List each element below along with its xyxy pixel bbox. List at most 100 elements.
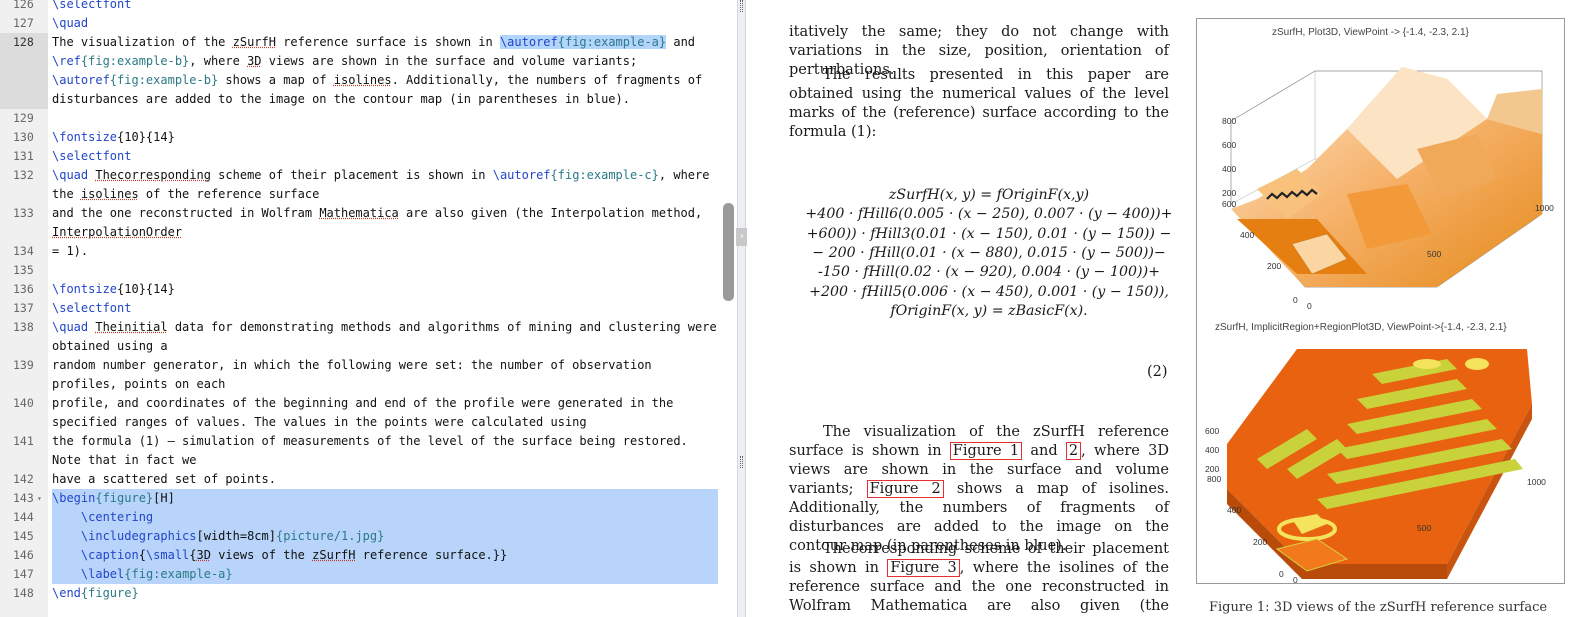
- code-line[interactable]: 134 = 1).: [0, 242, 737, 261]
- code-line[interactable]: 140 profile, and coordinates of the begin…: [0, 394, 737, 413]
- pane-divider[interactable]: [737, 0, 746, 617]
- code-line[interactable]: specified ranges of values. The values i…: [0, 413, 737, 432]
- figure-2-link-b[interactable]: Figure 2: [866, 480, 944, 498]
- code-line[interactable]: \ref{fig:example-b}, where 3D views are …: [0, 52, 737, 71]
- y-tick: 800: [1207, 474, 1222, 484]
- code-line[interactable]: 135: [0, 261, 737, 280]
- code-text[interactable]: have a scattered set of points.: [52, 470, 276, 489]
- code-line[interactable]: 144 \centering: [0, 508, 737, 527]
- code-text[interactable]: \selectfont: [52, 0, 131, 14]
- divider-grip-top[interactable]: [740, 0, 743, 12]
- code-text[interactable]: specified ranges of values. The values i…: [52, 413, 587, 432]
- editor-scrollbar-thumb[interactable]: [723, 203, 734, 301]
- line-number: [0, 52, 48, 71]
- pdf-preview[interactable]: itatively the same; they do not change w…: [747, 0, 1588, 617]
- code-line[interactable]: 138 \quad Theinitial data for demonstrati…: [0, 318, 737, 337]
- divider-grip-bottom[interactable]: [740, 456, 743, 468]
- code-line[interactable]: 127 \quad: [0, 14, 737, 33]
- code-text[interactable]: profiles, points on each: [52, 375, 225, 394]
- code-text[interactable]: = 1).: [52, 242, 88, 261]
- code-text[interactable]: \quad: [52, 14, 88, 33]
- code-line[interactable]: 141 the formula (1) – simulation of measu…: [0, 432, 737, 451]
- code-text[interactable]: \fontsize{10}{14}: [52, 128, 175, 147]
- code-token: \caption: [80, 548, 139, 562]
- code-line[interactable]: \autoref{fig:example-b} shows a map of i…: [0, 71, 737, 90]
- code-token: . Additionally, the numbers of fragments…: [391, 73, 703, 87]
- code-text[interactable]: disturbances are added to the image on t…: [52, 90, 630, 109]
- code-text[interactable]: \selectfont: [52, 299, 131, 318]
- code-line[interactable]: 129: [0, 109, 737, 128]
- code-text[interactable]: \label{fig:example-a}: [52, 565, 233, 584]
- z-tick: 600: [1205, 426, 1220, 436]
- line-number: [0, 71, 48, 90]
- code-token: obtained using a: [52, 339, 168, 353]
- code-line[interactable]: 139 random number generator, in which the…: [0, 356, 737, 375]
- code-line[interactable]: 145 \includegraphics[width=8cm]{picture/…: [0, 527, 737, 546]
- code-text[interactable]: the formula (1) – simulation of measurem…: [52, 432, 688, 451]
- code-text[interactable]: the isolines of the reference surface: [52, 185, 319, 204]
- code-line[interactable]: the isolines of the reference surface: [0, 185, 737, 204]
- code-line[interactable]: profiles, points on each: [0, 375, 737, 394]
- code-text[interactable]: \end{figure}: [52, 584, 139, 603]
- line-number: [0, 185, 48, 204]
- code-line[interactable]: 132 \quad Thecorresponding scheme of thei…: [0, 166, 737, 185]
- code-text[interactable]: \centering: [52, 508, 153, 527]
- code-text[interactable]: \selectfont: [52, 147, 131, 166]
- code-text[interactable]: \quad Thecorresponding scheme of their p…: [52, 166, 709, 185]
- line-number: [0, 451, 48, 470]
- code-text[interactable]: profile, and coordinates of the beginnin…: [52, 394, 673, 413]
- code-text[interactable]: \begin{figure}[H]: [52, 489, 175, 508]
- code-line[interactable]: 130 \fontsize{10}{14}: [0, 128, 737, 147]
- code-token: views of the: [210, 548, 313, 562]
- code-text[interactable]: \includegraphics[width=8cm]{picture/1.jp…: [52, 527, 384, 546]
- code-token: Thecorresponding: [95, 168, 211, 182]
- code-text[interactable]: and the one reconstructed in Wolfram Mat…: [52, 204, 702, 223]
- line-number: 127: [0, 14, 48, 33]
- code-line[interactable]: Note that in fact we: [0, 451, 737, 470]
- code-token: {figure}: [95, 491, 154, 505]
- code-line[interactable]: 131 \selectfont: [0, 147, 737, 166]
- figure-1-link[interactable]: Figure 1: [949, 442, 1023, 460]
- code-token: are also given (the Interpolation method…: [398, 206, 703, 220]
- code-line[interactable]: 143 ▾ \begin{figure}[H]: [0, 489, 737, 508]
- code-token: \autoref: [52, 73, 110, 87]
- figure-3-link[interactable]: Figure 3: [887, 559, 960, 577]
- line-number: 146: [0, 546, 48, 565]
- code-token: \selectfont: [52, 0, 132, 11]
- code-line[interactable]: 146 \caption{\small{3D views of the zSur…: [0, 546, 737, 565]
- fold-chevron-icon[interactable]: ▾: [37, 489, 42, 508]
- equation-line: zSurfH(x, y) = fOriginF(x,y): [888, 187, 1090, 203]
- line-number: [0, 413, 48, 432]
- code-text[interactable]: The visualization of the zSurfH referenc…: [52, 33, 695, 52]
- line-number: 141: [0, 432, 48, 451]
- code-token: The visualization of the: [52, 35, 233, 49]
- code-line[interactable]: 128 The visualization of the zSurfH refer…: [0, 33, 737, 52]
- code-line[interactable]: 137 \selectfont: [0, 299, 737, 318]
- code-token: InterpolationOrder: [52, 225, 183, 239]
- code-line[interactable]: 142 have a scattered set of points.: [0, 470, 737, 489]
- code-text[interactable]: obtained using a: [52, 337, 168, 356]
- code-line[interactable]: 136 \fontsize{10}{14}: [0, 280, 737, 299]
- code-text[interactable]: \ref{fig:example-b}, where 3D views are …: [52, 52, 637, 71]
- code-token: = 1).: [52, 244, 89, 258]
- code-text[interactable]: \quad Theinitial data for demonstrating …: [52, 318, 717, 337]
- code-line[interactable]: disturbances are added to the image on t…: [0, 90, 737, 109]
- code-token: \autoref: [499, 35, 558, 49]
- code-line[interactable]: obtained using a: [0, 337, 737, 356]
- code-text[interactable]: Note that in fact we: [52, 451, 197, 470]
- code-text[interactable]: \fontsize{10}{14}: [52, 280, 175, 299]
- code-text[interactable]: InterpolationOrder: [52, 223, 182, 242]
- y-tick: 0: [1279, 569, 1284, 579]
- code-line[interactable]: 148 \end{figure}: [0, 584, 737, 603]
- latex-editor[interactable]: 126 \selectfont 127 \quad 128 The visualizati…: [0, 0, 737, 617]
- code-text[interactable]: \caption{\small{3D views of the zSurfH r…: [52, 546, 507, 565]
- figure-2-link[interactable]: 2: [1065, 442, 1082, 460]
- code-line[interactable]: 133 and the one reconstructed in Wolfram …: [0, 204, 737, 223]
- code-line[interactable]: 147 \label{fig:example-a}: [0, 565, 737, 584]
- code-token: {10}{14}: [117, 130, 175, 144]
- code-text[interactable]: \autoref{fig:example-b} shows a map of i…: [52, 71, 702, 90]
- code-line[interactable]: 126 \selectfont: [0, 0, 737, 14]
- code-line[interactable]: InterpolationOrder: [0, 223, 737, 242]
- code-text[interactable]: random number generator, in which the fo…: [52, 356, 652, 375]
